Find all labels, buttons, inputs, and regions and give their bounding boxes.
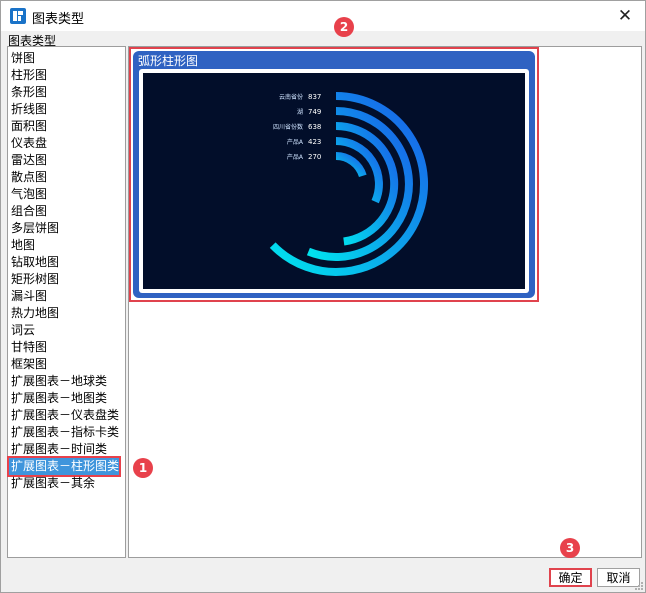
step-badge-3: 3 xyxy=(560,538,580,558)
chart-type-item[interactable]: 雷达图 xyxy=(9,152,47,169)
chart-type-item[interactable]: 扩展图表－时间类 xyxy=(9,441,107,458)
chart-type-item[interactable]: 甘特图 xyxy=(9,339,47,356)
chart-type-item[interactable]: 词云 xyxy=(9,322,35,339)
chart-type-item[interactable]: 饼图 xyxy=(9,50,35,67)
chart-type-item[interactable]: 气泡图 xyxy=(9,186,47,203)
chart-type-item[interactable]: 柱形图 xyxy=(9,67,47,84)
arc-value-label: 837 xyxy=(308,93,321,101)
resize-grip-icon[interactable] xyxy=(634,581,643,590)
close-button[interactable]: ✕ xyxy=(613,5,637,27)
dialog-title: 图表类型 xyxy=(32,12,85,27)
chart-type-item[interactable]: 多层饼图 xyxy=(9,220,59,237)
chart-type-item[interactable]: 面积图 xyxy=(9,118,47,135)
chart-type-list[interactable]: 饼图 柱形图 条形图 折线图 面积图 仪表盘 雷达图 散点图 气泡图 组合图 多层饼图 地图 钻取地图矩… xyxy=(7,46,126,558)
chart-type-item[interactable]: 条形图 xyxy=(9,84,47,101)
chart-thumbnail-card[interactable]: 弧形柱形图 云南省份 837 湖 749 四川省份数 638 产品A 423 产品A 270 xyxy=(133,51,535,298)
chart-thumbnail-frame: 云南省份 837 湖 749 四川省份数 638 产品A 423 产品A 270 xyxy=(139,69,529,293)
chart-type-item[interactable]: 折线图 xyxy=(9,101,47,118)
arc-value-label: 423 xyxy=(308,138,321,146)
title-bar: 图表类型 ✕ xyxy=(1,1,645,31)
chart-type-item[interactable]: 扩展图表－其余 xyxy=(9,475,95,492)
chart-type-item[interactable]: 扩展图表－仪表盘类 xyxy=(9,407,119,424)
arc-value-label: 749 xyxy=(308,108,321,116)
chart-type-item[interactable]: 矩形树图 xyxy=(9,271,59,288)
chart-type-item[interactable]: 扩展图表－指标卡类 xyxy=(9,424,119,441)
arc-category-label: 产品A xyxy=(287,153,304,161)
chart-type-item[interactable]: 地图 xyxy=(9,237,35,254)
chart-type-item[interactable]: 组合图 xyxy=(9,203,47,220)
app-icon xyxy=(10,8,26,24)
step-badge-2: 2 xyxy=(334,17,354,37)
ok-button[interactable]: 确定 xyxy=(549,568,592,587)
arc-category-label: 四川省份数 xyxy=(273,123,303,131)
chart-type-item[interactable]: 钻取地图 xyxy=(9,254,59,271)
chart-thumbnail-highlight[interactable]: 弧形柱形图 云南省份 837 湖 749 四川省份数 638 产品A 423 产品A 270 xyxy=(129,47,539,302)
chart-type-dialog: 图表类型 ✕ 图表类型 饼图 柱形图 条形图 折线图 面积图 仪表盘 雷达图 散点图 气泡图 组合… xyxy=(0,0,646,593)
chart-type-item[interactable]: 框架图 xyxy=(9,356,47,373)
chart-type-item[interactable]: 仪表盘 xyxy=(9,135,47,152)
chart-type-item[interactable]: 热力地图 xyxy=(9,305,59,322)
arc-category-label: 产品A xyxy=(287,138,304,146)
chart-thumbnail-title: 弧形柱形图 xyxy=(138,54,199,68)
step-badge-1: 1 xyxy=(133,458,153,478)
chart-type-item[interactable]: 散点图 xyxy=(9,169,47,186)
arc-category-label: 湖 xyxy=(297,108,303,116)
arc-value-label: 638 xyxy=(308,123,321,131)
arc-category-label: 云南省份 xyxy=(279,93,303,101)
chart-type-item[interactable]: 扩展图表－地球类 xyxy=(9,373,107,390)
arc-value-label: 270 xyxy=(308,153,321,161)
chart-type-item[interactable]: 漏斗图 xyxy=(9,288,47,305)
arc-bar-chart: 云南省份 837 湖 749 四川省份数 638 产品A 423 产品A 270 xyxy=(143,73,525,289)
chart-type-item[interactable]: 扩展图表－地图类 xyxy=(9,390,107,407)
chart-type-item[interactable]: 扩展图表－柱形图类 xyxy=(7,456,121,477)
